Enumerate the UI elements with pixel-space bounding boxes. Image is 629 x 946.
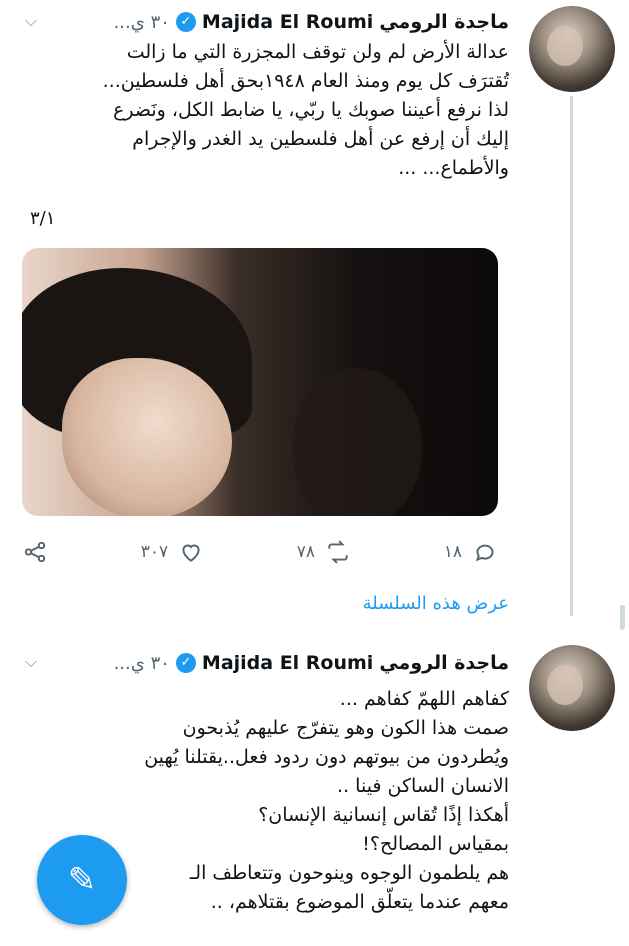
reply-icon — [475, 544, 494, 562]
tweet-header: ماجدة الرومي Majida El Roumi ✓ ٣٠ ي... — [114, 649, 509, 677]
tweet-timestamp[interactable]: ٣٠ ي... — [114, 12, 170, 33]
author-name[interactable]: Majida El Roumi — [202, 11, 373, 33]
thread-connector — [570, 96, 573, 616]
tweet-actions: ٣٠٧ ٧٨ ١٨ — [22, 537, 498, 567]
author-name-ar[interactable]: ماجدة الرومي — [379, 652, 509, 674]
avatar[interactable] — [529, 6, 615, 92]
tweet-text-line: صمت هذا الكون وهو يتفرّج عليهم يُذبحون — [182, 717, 509, 739]
compose-tweet-button[interactable]: ✎ — [37, 835, 127, 925]
tweet-text: عدالة الأرض لم ولن توقف المجزرة التي ما … — [18, 38, 509, 183]
retweet-icon — [328, 540, 348, 564]
compose-tweet-icon: ✎ — [67, 860, 97, 900]
tweet-text-line: أهكذا إذًا تُقاس إنسانية الإنسان؟ — [258, 804, 509, 826]
author-name[interactable]: Majida El Roumi — [202, 652, 373, 674]
tweet-text-line: تُقترَف كل يوم ومنذ العام ١٩٤٨بحق أهل فل… — [102, 70, 509, 92]
tweet-text-line: إليك أن إرفع عن أهل فلسطين يد الغدر والإ… — [132, 128, 509, 150]
like-button[interactable]: ٣٠٧ — [141, 539, 204, 565]
retweet-count: ٧٨ — [296, 542, 316, 562]
verified-badge-icon: ✓ — [175, 12, 196, 32]
reply-count: ١٨ — [443, 542, 462, 562]
retweet-button[interactable]: ٧٨ — [297, 539, 351, 565]
tweet-text-line: ويُطردون من بيوتهم دون ردود فعل..يقتلنا … — [144, 746, 509, 768]
tweet-text-line: كفاهم اللهمّ كفاهم ... — [339, 688, 509, 710]
verified-badge-icon: ✓ — [175, 653, 196, 673]
tweet[interactable]: ماجدة الرومي Majida El Roumi ✓ ٣٠ ي... ⌵… — [0, 0, 629, 616]
author-name-ar[interactable]: ماجدة الرومي — [379, 11, 509, 33]
share-button[interactable] — [22, 539, 48, 565]
scrollbar[interactable] — [620, 605, 625, 630]
chevron-down-icon[interactable]: ⌵ — [20, 10, 42, 32]
heart-icon — [182, 544, 200, 562]
thread-counter: ٣/١ — [30, 208, 56, 229]
tweet-header: ماجدة الرومي Majida El Roumi ✓ ٣٠ ي... — [114, 8, 509, 36]
avatar[interactable] — [529, 645, 615, 731]
tweet-text-line: عدالة الأرض لم ولن توقف المجزرة التي ما … — [126, 41, 509, 63]
tweet-text-line: والأطماع... ... — [398, 157, 509, 179]
show-thread-link[interactable]: عرض هذه السلسلة — [363, 593, 509, 614]
like-count: ٣٠٧ — [140, 542, 169, 562]
tweet-media-image[interactable] — [22, 248, 498, 516]
tweet-text-line: الانسان الساكن فينا .. — [337, 775, 509, 797]
share-icon — [24, 541, 46, 563]
image-background-figure — [292, 368, 422, 516]
reply-button[interactable]: ١٨ — [444, 539, 498, 565]
tweet-text-line: لذا نرفع أعيننا صوبك يا ربّي، يا ضابط ال… — [113, 99, 509, 121]
chevron-down-icon[interactable]: ⌵ — [20, 651, 42, 673]
tweet-timestamp[interactable]: ٣٠ ي... — [114, 653, 170, 674]
